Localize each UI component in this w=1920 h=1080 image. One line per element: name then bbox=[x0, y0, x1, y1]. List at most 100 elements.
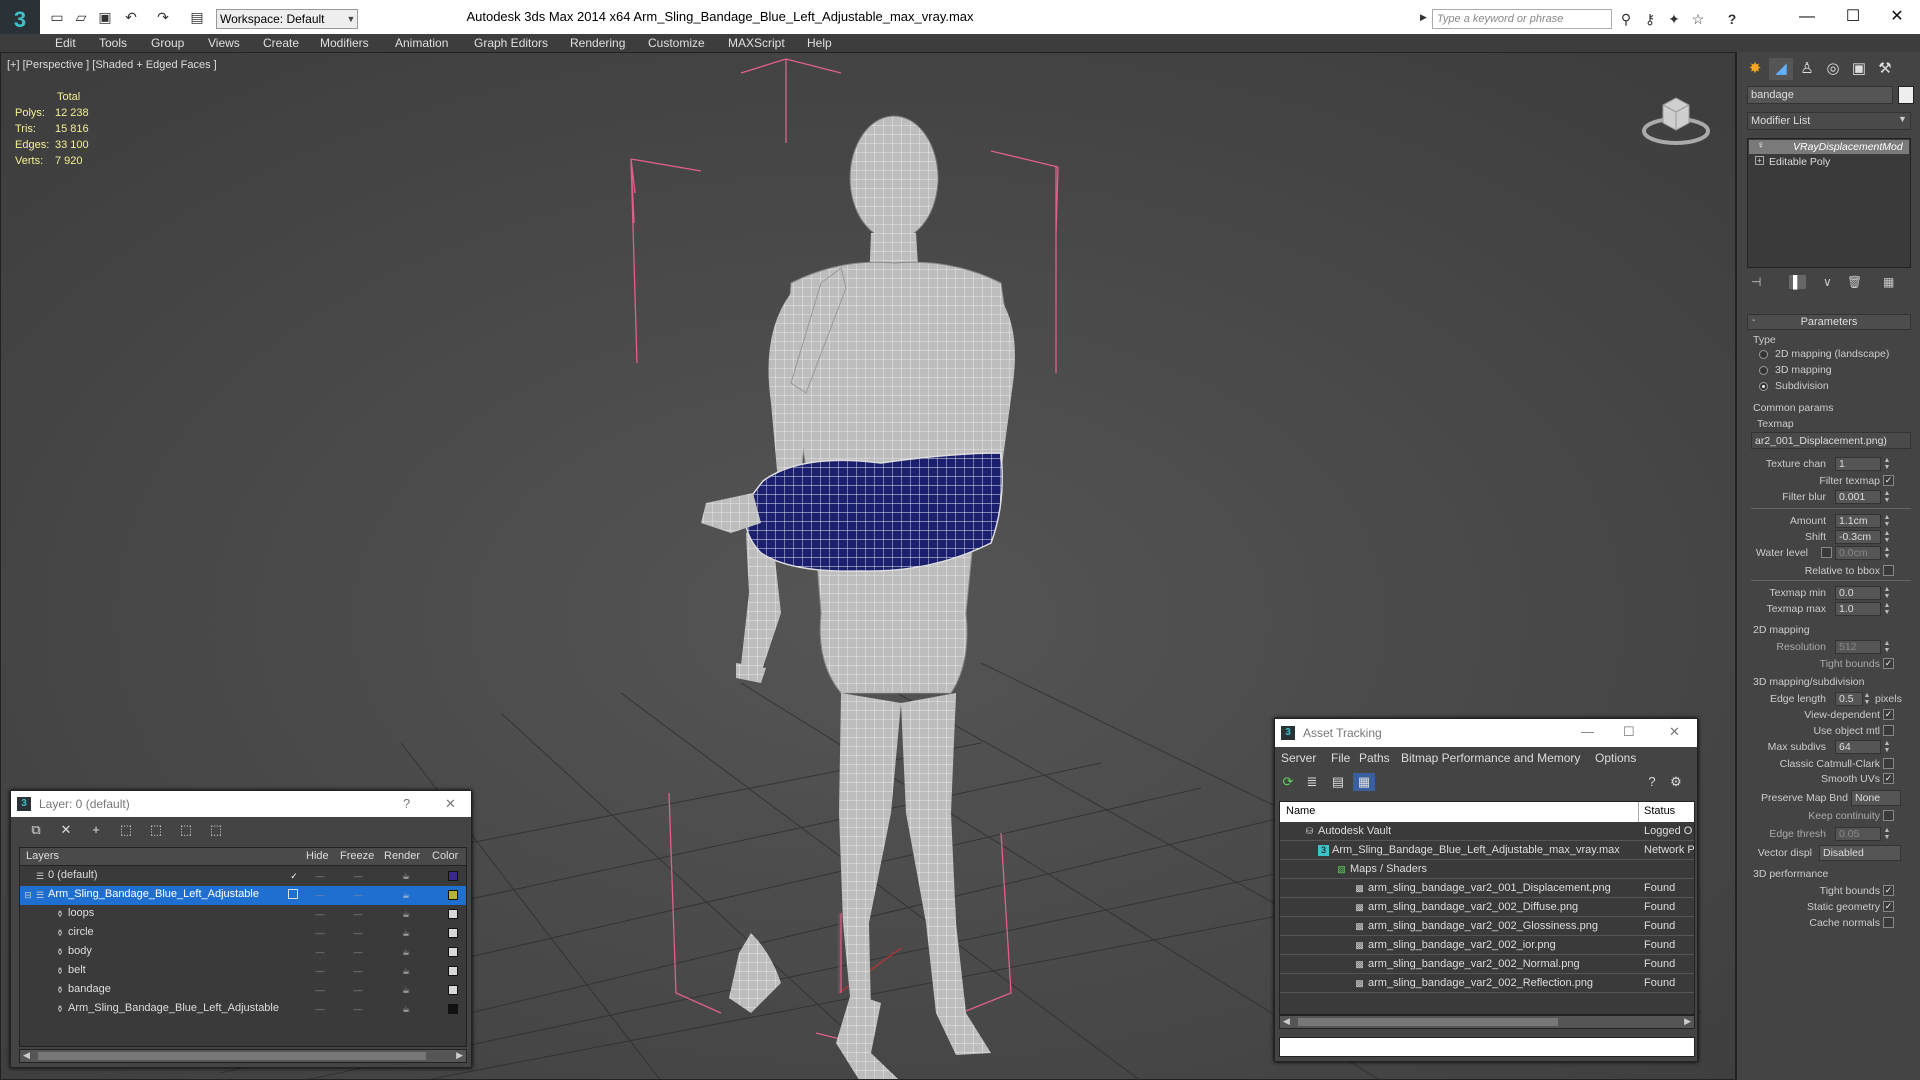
settings-icon[interactable]: ⚙ bbox=[1665, 773, 1687, 791]
add-to-layer-icon[interactable]: + bbox=[85, 821, 107, 839]
spinner-arrows-icon[interactable]: ▲ ▼ bbox=[1883, 827, 1891, 841]
object-name-input[interactable]: bandage bbox=[1747, 86, 1893, 104]
hide-toggle[interactable]: — bbox=[314, 967, 326, 976]
spinner-arrows-icon[interactable]: ▲ ▼ bbox=[1883, 530, 1891, 544]
spinner-arrows-icon[interactable]: ▲ ▼ bbox=[1883, 602, 1891, 616]
asset-row[interactable]: ▩ arm_sling_bandage_var2_002_Diffuse.png… bbox=[1280, 898, 1694, 917]
render-teapot-icon[interactable]: ☕︎ bbox=[400, 984, 412, 996]
spinner-arrows-icon[interactable]: ▲ ▼ bbox=[1863, 692, 1871, 706]
horizontal-scrollbar[interactable]: ◀ ▶ bbox=[1279, 1015, 1695, 1029]
layer-color-swatch[interactable] bbox=[448, 947, 458, 957]
render-teapot-icon[interactable]: ☕︎ bbox=[400, 889, 412, 901]
configure-sets-icon[interactable]: ▦ bbox=[1883, 275, 1894, 289]
key-icon[interactable]: ⚷ bbox=[1640, 9, 1660, 29]
layer-color-swatch[interactable] bbox=[448, 909, 458, 919]
layer-window-titlebar[interactable]: 3 Layer: 0 (default) ? ✕ bbox=[11, 791, 471, 817]
layer-row[interactable]: ⚱ bandage — — ☕︎ bbox=[20, 981, 466, 1000]
set-active-layer-icon[interactable] bbox=[288, 889, 298, 899]
menu-help[interactable]: Help bbox=[807, 35, 832, 51]
vector-displ-dropdown[interactable]: Disabled bbox=[1819, 845, 1901, 861]
view-dependent-checkbox[interactable]: ✓ bbox=[1883, 709, 1894, 720]
spinner-arrows-icon[interactable]: ▲ ▼ bbox=[1883, 490, 1891, 504]
menu-modifiers[interactable]: Modifiers bbox=[320, 35, 369, 51]
hide-all-layers-icon[interactable]: ⬚ bbox=[175, 821, 197, 839]
active-layer-check-icon[interactable]: ✓ bbox=[288, 870, 300, 882]
layer-row[interactable]: ⚱ loops — — ☕︎ bbox=[20, 905, 466, 924]
minimize-button[interactable]: — bbox=[1784, 4, 1830, 30]
freeze-all-layers-icon[interactable]: ⬚ bbox=[205, 821, 227, 839]
menu-animation[interactable]: Animation bbox=[395, 35, 448, 51]
hierarchy-tab-icon[interactable]: ♙ bbox=[1795, 58, 1819, 80]
asset-row[interactable]: ▩ arm_sling_bandage_var2_001_Displacemen… bbox=[1280, 879, 1694, 898]
layer-color-swatch[interactable] bbox=[448, 966, 458, 976]
satellite-icon[interactable]: ✦ bbox=[1664, 9, 1684, 29]
scroll-left-icon[interactable]: ◀ bbox=[1283, 1016, 1290, 1027]
asset-row[interactable]: ▩ arm_sling_bandage_var2_002_ior.png Fou… bbox=[1280, 936, 1694, 955]
layer-row[interactable]: ⚱ circle — — ☕︎ bbox=[20, 924, 466, 943]
display-tab-icon[interactable]: ▣ bbox=[1847, 58, 1871, 80]
menu-views[interactable]: Views bbox=[208, 35, 240, 51]
freeze-toggle[interactable]: — bbox=[352, 986, 364, 995]
parameters-rollout-header[interactable]: - Parameters bbox=[1747, 314, 1911, 330]
layer-row[interactable]: ⊟ ☰ Arm_Sling_Bandage_Blue_Left_Adjustab… bbox=[20, 886, 466, 905]
scroll-thumb[interactable] bbox=[38, 1052, 426, 1060]
list-view-icon[interactable]: ≣ bbox=[1301, 773, 1323, 791]
texmap-max-input[interactable]: 1.0 bbox=[1835, 602, 1881, 616]
render-teapot-icon[interactable]: ☕︎ bbox=[400, 908, 412, 920]
create-layer-icon[interactable]: ⧉ bbox=[25, 821, 47, 839]
scroll-left-icon[interactable]: ◀ bbox=[23, 1050, 30, 1061]
viewport-label[interactable]: [+] [Perspective ] [Shaded + Edged Faces… bbox=[7, 59, 217, 71]
spinner-arrows-icon[interactable]: ▲ ▼ bbox=[1883, 457, 1891, 471]
spinner-arrows-icon[interactable]: ▲ ▼ bbox=[1883, 546, 1891, 560]
modifier-stack-item-vray[interactable]: ♀ VRayDisplacementMod bbox=[1749, 140, 1909, 154]
hide-toggle[interactable]: — bbox=[314, 1005, 326, 1014]
scroll-right-icon[interactable]: ▶ bbox=[456, 1050, 463, 1061]
resolution-input[interactable]: 512 bbox=[1835, 640, 1881, 654]
filter-texmap-checkbox[interactable]: ✓ bbox=[1883, 475, 1894, 486]
asset-row[interactable]: ▩ arm_sling_bandage_var2_002_Glossiness.… bbox=[1280, 917, 1694, 936]
expand-icon[interactable]: + bbox=[1755, 156, 1764, 165]
smooth-uvs-checkbox[interactable]: ✓ bbox=[1883, 773, 1894, 784]
sling-bandage-mesh[interactable] bbox=[744, 452, 1003, 572]
hide-toggle[interactable]: — bbox=[314, 929, 326, 938]
asset-row[interactable]: 3 Arm_Sling_Bandage_Blue_Left_Adjustable… bbox=[1280, 841, 1694, 860]
render-teapot-icon[interactable]: ☕︎ bbox=[400, 927, 412, 939]
hide-toggle[interactable]: — bbox=[314, 986, 326, 995]
layer-color-swatch[interactable] bbox=[448, 871, 458, 881]
asset-menu-bitmap[interactable]: Bitmap Performance and Memory bbox=[1401, 751, 1580, 765]
use-object-mtl-checkbox[interactable] bbox=[1883, 725, 1894, 736]
tight-bounds-checkbox[interactable]: ✓ bbox=[1883, 658, 1894, 669]
render-teapot-icon[interactable]: ☕︎ bbox=[400, 1003, 412, 1015]
classic-catmull-checkbox[interactable] bbox=[1883, 758, 1894, 769]
close-button[interactable]: ✕ bbox=[445, 796, 456, 812]
spinner-arrows-icon[interactable]: ▲ ▼ bbox=[1883, 640, 1891, 654]
bulb-icon[interactable]: ♀ bbox=[1757, 140, 1765, 151]
close-button[interactable]: ✕ bbox=[1874, 4, 1920, 30]
amount-input[interactable]: 1.1cm bbox=[1835, 514, 1881, 528]
asset-menu-file[interactable]: File bbox=[1331, 751, 1350, 765]
column-divider[interactable] bbox=[1638, 802, 1639, 822]
asset-row[interactable]: ▨ Maps / Shaders bbox=[1280, 860, 1694, 879]
asset-menu-server[interactable]: Server bbox=[1281, 751, 1316, 765]
layer-row[interactable]: ⚱ Arm_Sling_Bandage_Blue_Left_Adjustable… bbox=[20, 1000, 466, 1019]
help-icon[interactable]: ? bbox=[1641, 773, 1663, 791]
maximize-button[interactable]: ☐ bbox=[1830, 4, 1876, 30]
freeze-toggle[interactable]: — bbox=[352, 910, 364, 919]
water-level-checkbox[interactable] bbox=[1821, 547, 1832, 558]
freeze-toggle[interactable]: — bbox=[352, 891, 364, 900]
col-status[interactable]: Status bbox=[1644, 805, 1675, 817]
asset-window-titlebar[interactable]: 3 Asset Tracking — ☐ ✕ bbox=[1275, 719, 1697, 747]
spinner-arrows-icon[interactable]: ▲ ▼ bbox=[1883, 740, 1891, 754]
maximize-button[interactable]: ☐ bbox=[1623, 724, 1635, 740]
layer-row[interactable]: ⚱ belt — — ☕︎ bbox=[20, 962, 466, 981]
cache-normals-checkbox[interactable] bbox=[1883, 917, 1894, 928]
menu-graph-editors[interactable]: Graph Editors bbox=[474, 35, 548, 51]
layer-row[interactable]: ⚱ body — — ☕︎ bbox=[20, 943, 466, 962]
help-button[interactable]: ? bbox=[403, 796, 410, 811]
layer-color-swatch[interactable] bbox=[448, 985, 458, 995]
water-level-input[interactable]: 0.0cm bbox=[1835, 546, 1881, 560]
modifier-stack-item-editpoly[interactable]: + Editable Poly bbox=[1749, 155, 1909, 169]
search-input[interactable]: Type a keyword or phrase bbox=[1432, 9, 1612, 29]
tight-bounds-2-checkbox[interactable]: ✓ bbox=[1883, 885, 1894, 896]
asset-path-field[interactable] bbox=[1279, 1037, 1695, 1057]
